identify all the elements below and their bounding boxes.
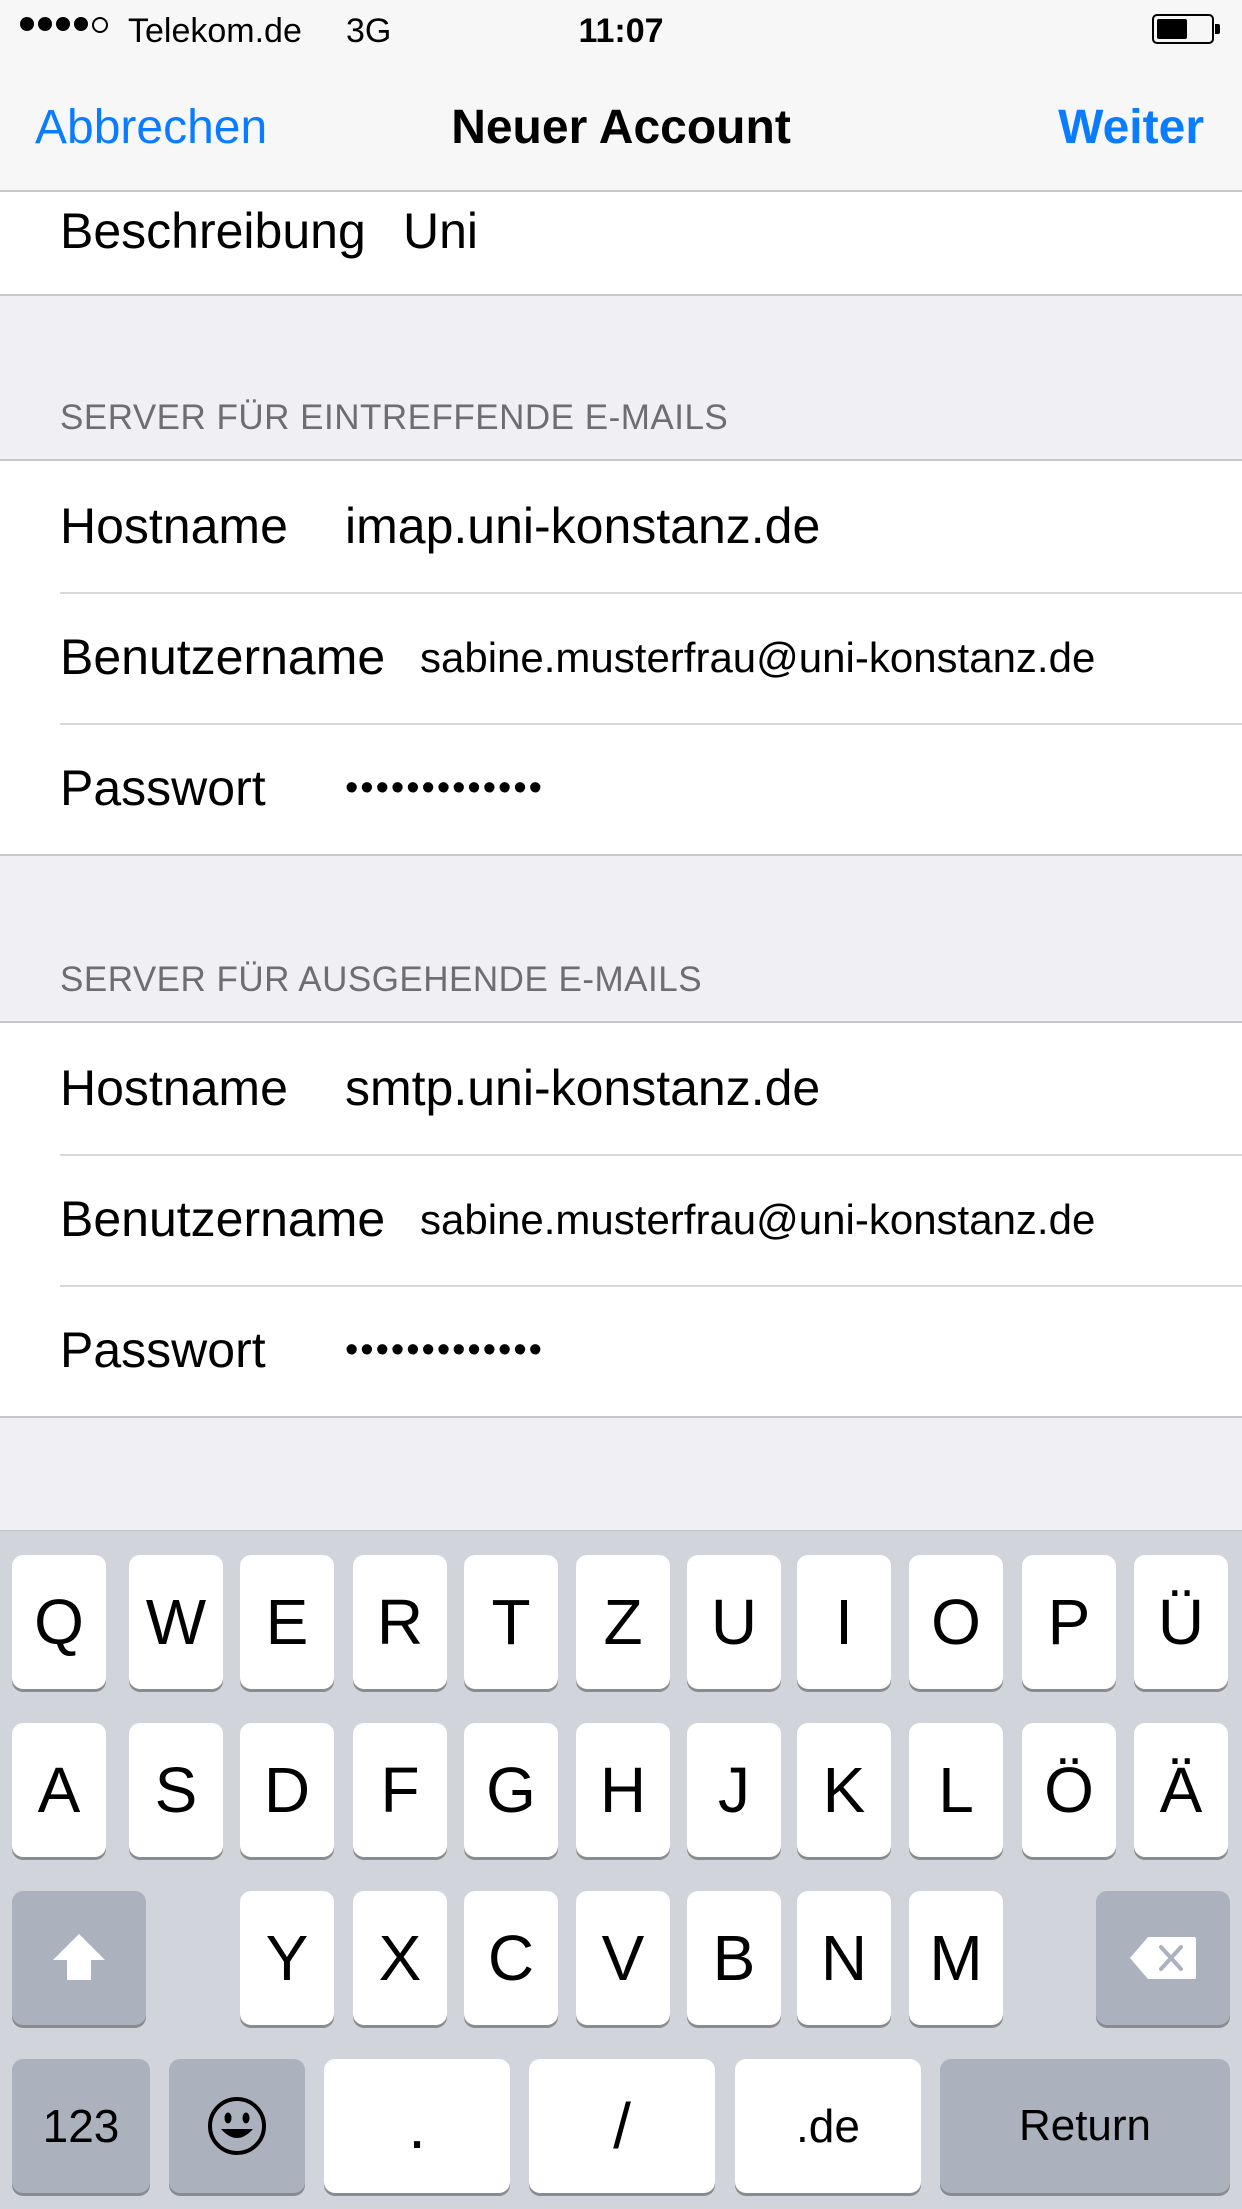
emoji-key[interactable] [169, 2059, 305, 2193]
key-r[interactable]: R [353, 1555, 447, 1689]
incoming-server-group: Hostname imap.uni-konstanz.de Benutzerna… [0, 459, 1242, 856]
outgoing-hostname-row[interactable]: Hostname smtp.uni-konstanz.de [0, 1023, 1242, 1154]
outgoing-username-label: Benutzername [60, 1191, 386, 1247]
key-k[interactable]: K [797, 1723, 891, 1857]
outgoing-password-field[interactable]: ••••••••••••• [345, 1285, 544, 1416]
period-key[interactable]: . [324, 2059, 510, 2193]
outgoing-server-header: SERVER FÜR AUSGEHENDE E-MAILS [60, 960, 703, 999]
description-field[interactable]: Uni [403, 192, 478, 270]
key-d[interactable]: D [240, 1723, 334, 1857]
key-h[interactable]: H [576, 1723, 670, 1857]
outgoing-hostname-label: Hostname [60, 1060, 288, 1116]
incoming-username-field[interactable]: sabine.musterfrau@uni-konstanz.de [420, 592, 1095, 723]
key-x[interactable]: X [353, 1891, 447, 2025]
incoming-username-row[interactable]: Benutzername sabine.musterfrau@uni-konst… [0, 592, 1242, 723]
domain-key[interactable]: .de [735, 2059, 921, 2193]
slash-key[interactable]: / [529, 2059, 715, 2193]
description-label: Beschreibung [60, 203, 366, 259]
incoming-password-row[interactable]: Passwort ••••••••••••• [0, 723, 1242, 854]
outgoing-password-label: Passwort [60, 1322, 266, 1378]
incoming-hostname-row[interactable]: Hostname imap.uni-konstanz.de [0, 461, 1242, 592]
shift-icon [53, 1934, 105, 1980]
keyboard: Q W E R T Z U I O P Ü A S D F G H J K L … [0, 1530, 1242, 2209]
outgoing-server-group: Hostname smtp.uni-konstanz.de Benutzerna… [0, 1021, 1242, 1418]
key-m[interactable]: M [909, 1891, 1003, 2025]
key-ue[interactable]: Ü [1134, 1555, 1228, 1689]
key-i[interactable]: I [797, 1555, 891, 1689]
incoming-password-field[interactable]: ••••••••••••• [345, 723, 544, 854]
key-y[interactable]: Y [240, 1891, 334, 2025]
key-z[interactable]: Z [576, 1555, 670, 1689]
shift-key[interactable] [12, 1891, 146, 2025]
key-f[interactable]: F [353, 1723, 447, 1857]
numbers-key[interactable]: 123 [12, 2059, 150, 2193]
battery-icon [1152, 14, 1220, 44]
key-ae[interactable]: Ä [1134, 1723, 1228, 1857]
incoming-server-header: SERVER FÜR EINTREFFENDE E-MAILS [60, 398, 729, 437]
key-o[interactable]: O [909, 1555, 1003, 1689]
incoming-password-label: Passwort [60, 760, 266, 816]
key-a[interactable]: A [12, 1723, 106, 1857]
key-e[interactable]: E [240, 1555, 334, 1689]
outgoing-hostname-field[interactable]: smtp.uni-konstanz.de [345, 1023, 820, 1154]
account-description-group: Beschreibung Uni [0, 192, 1242, 296]
key-s[interactable]: S [129, 1723, 223, 1857]
outgoing-username-field[interactable]: sabine.musterfrau@uni-konstanz.de [420, 1154, 1095, 1285]
outgoing-username-row[interactable]: Benutzername sabine.musterfrau@uni-konst… [0, 1154, 1242, 1285]
key-b[interactable]: B [687, 1891, 781, 2025]
key-v[interactable]: V [576, 1891, 670, 2025]
status-time: 11:07 [578, 12, 664, 50]
key-t[interactable]: T [464, 1555, 558, 1689]
status-bar: Telekom.de 3G 11:07 [0, 0, 1242, 62]
key-u[interactable]: U [687, 1555, 781, 1689]
next-button[interactable]: Weiter [1058, 100, 1204, 155]
delete-icon [1130, 1937, 1196, 1979]
key-q[interactable]: Q [12, 1555, 106, 1689]
outgoing-password-row[interactable]: Passwort ••••••••••••• [0, 1285, 1242, 1416]
navigation-bar: Abbrechen Neuer Account Weiter [0, 62, 1242, 192]
key-p[interactable]: P [1022, 1555, 1116, 1689]
incoming-username-label: Benutzername [60, 629, 386, 685]
incoming-hostname-label: Hostname [60, 498, 288, 554]
return-key[interactable]: Return [940, 2059, 1230, 2193]
delete-key[interactable] [1096, 1891, 1230, 2025]
key-c[interactable]: C [464, 1891, 558, 2025]
key-g[interactable]: G [464, 1723, 558, 1857]
key-l[interactable]: L [909, 1723, 1003, 1857]
key-n[interactable]: N [797, 1891, 891, 2025]
page-title: Neuer Account [451, 101, 791, 154]
key-oe[interactable]: Ö [1022, 1723, 1116, 1857]
key-j[interactable]: J [687, 1723, 781, 1857]
emoji-icon [208, 2097, 266, 2155]
incoming-hostname-field[interactable]: imap.uni-konstanz.de [345, 461, 820, 592]
description-row[interactable]: Beschreibung Uni [0, 192, 1242, 292]
key-w[interactable]: W [129, 1555, 223, 1689]
